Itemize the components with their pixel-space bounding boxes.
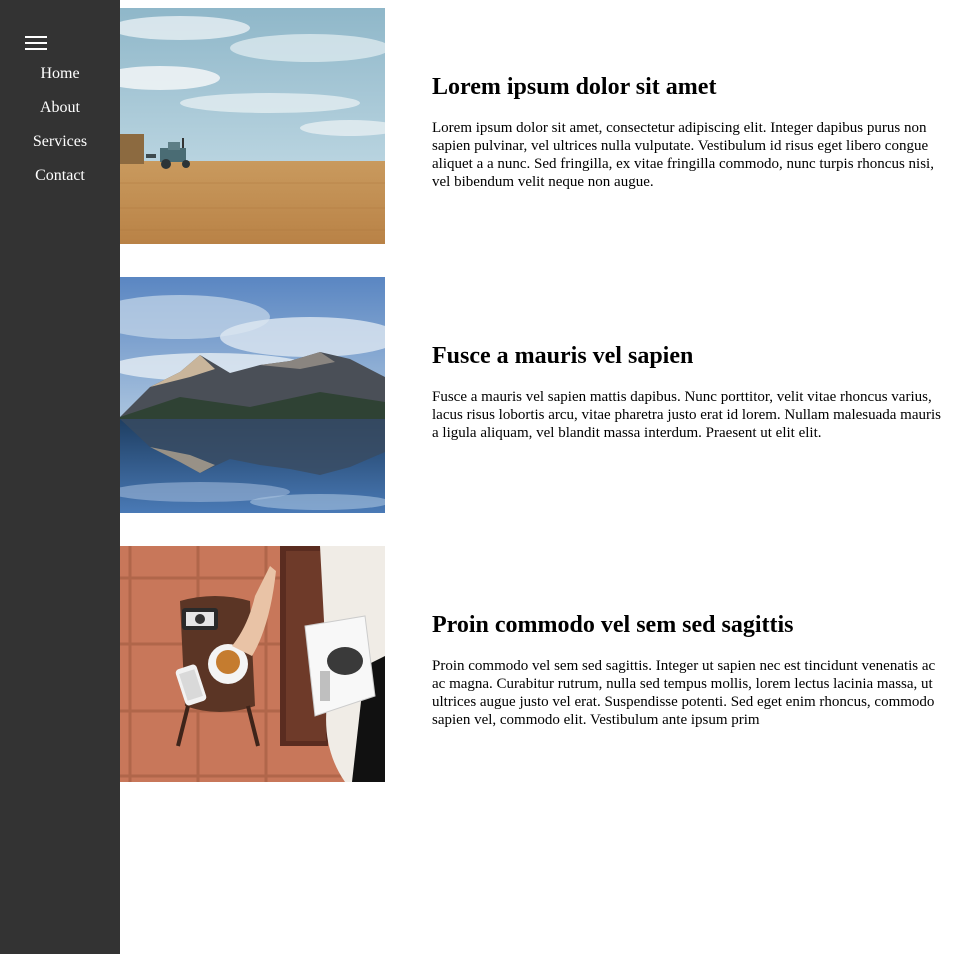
article-title: Lorem ipsum dolor sit amet	[432, 74, 717, 100]
article: Fusce a mauris vel sapien Fusce a mauris…	[120, 277, 958, 513]
hamburger-menu-icon[interactable]	[25, 36, 47, 50]
mountain-lake-photo	[120, 277, 385, 513]
article: Proin commodo vel sem sed sagittis Proin…	[120, 546, 958, 782]
nav-link-contact[interactable]: Contact	[0, 164, 120, 198]
article-text: Proin commodo vel sem sed sagittis Proin…	[432, 611, 948, 729]
nav-link-home[interactable]: Home	[0, 62, 120, 96]
article: Lorem ipsum dolor sit amet Lorem ipsum d…	[120, 8, 958, 244]
article-body: Lorem ipsum dolor sit amet, consectetur …	[432, 120, 934, 190]
article-body: Proin commodo vel sem sed sagittis. Inte…	[432, 658, 936, 728]
article-title: Proin commodo vel sem sed sagittis	[432, 612, 794, 638]
coffee-table-photo	[120, 546, 385, 782]
nav-link-services[interactable]: Services	[0, 130, 120, 164]
sidebar: Home About Services Contact	[0, 0, 120, 954]
article-title: Fusce a mauris vel sapien	[432, 343, 694, 369]
article-text: Lorem ipsum dolor sit amet Lorem ipsum d…	[432, 73, 948, 191]
article-text: Fusce a mauris vel sapien Fusce a mauris…	[432, 342, 948, 442]
sidebar-nav: Home About Services Contact	[0, 62, 120, 198]
article-body: Fusce a mauris vel sapien mattis dapibus…	[432, 389, 942, 441]
nav-link-about[interactable]: About	[0, 96, 120, 130]
tractor-field-photo	[120, 8, 385, 244]
